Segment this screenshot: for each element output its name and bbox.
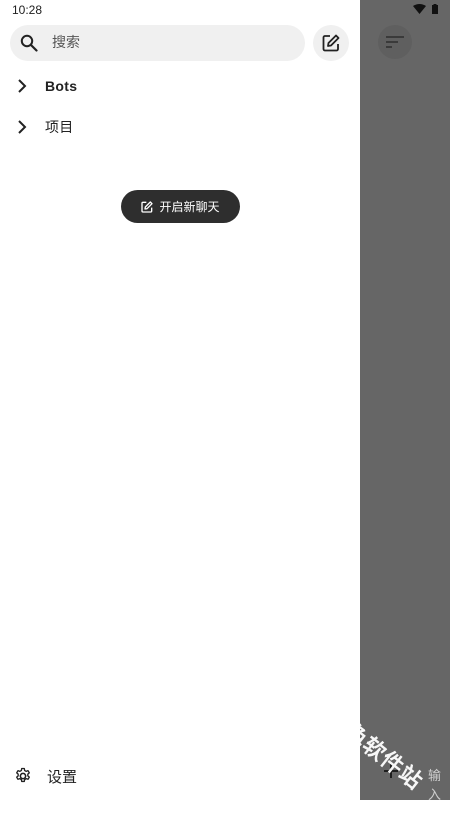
status-bar: 10:28 xyxy=(0,0,450,20)
search-field[interactable] xyxy=(10,25,305,61)
nav-item-label: 项目 xyxy=(45,120,74,136)
edit-icon xyxy=(141,200,154,213)
chevron-right-icon xyxy=(14,78,30,94)
chevron-right-icon xyxy=(14,119,30,135)
edit-icon xyxy=(322,34,340,52)
sort-icon xyxy=(386,36,404,48)
status-icons xyxy=(413,4,438,14)
settings-label: 设置 xyxy=(47,767,78,786)
search-input[interactable] xyxy=(50,34,274,52)
status-time: 10:28 xyxy=(12,3,43,17)
settings-item[interactable]: 设置 xyxy=(0,758,360,794)
nav-item-projects[interactable]: 项目 xyxy=(0,107,360,147)
new-chat-icon-button[interactable] xyxy=(313,25,349,61)
gear-icon xyxy=(14,767,32,785)
main-content-scrim[interactable]: 输入 xyxy=(360,0,450,803)
nav-item-bots[interactable]: Bots xyxy=(0,66,360,106)
new-chat-button[interactable]: 开启新聊天 xyxy=(121,190,240,223)
battery-icon xyxy=(432,4,438,14)
nav-item-label: Bots xyxy=(45,78,78,94)
sort-button[interactable] xyxy=(378,25,412,59)
wifi-icon xyxy=(413,4,426,14)
navigation-drawer: Bots 项目 开启新聊天 设置 xyxy=(0,0,360,800)
search-icon xyxy=(20,34,38,52)
new-chat-button-label: 开启新聊天 xyxy=(159,200,220,214)
